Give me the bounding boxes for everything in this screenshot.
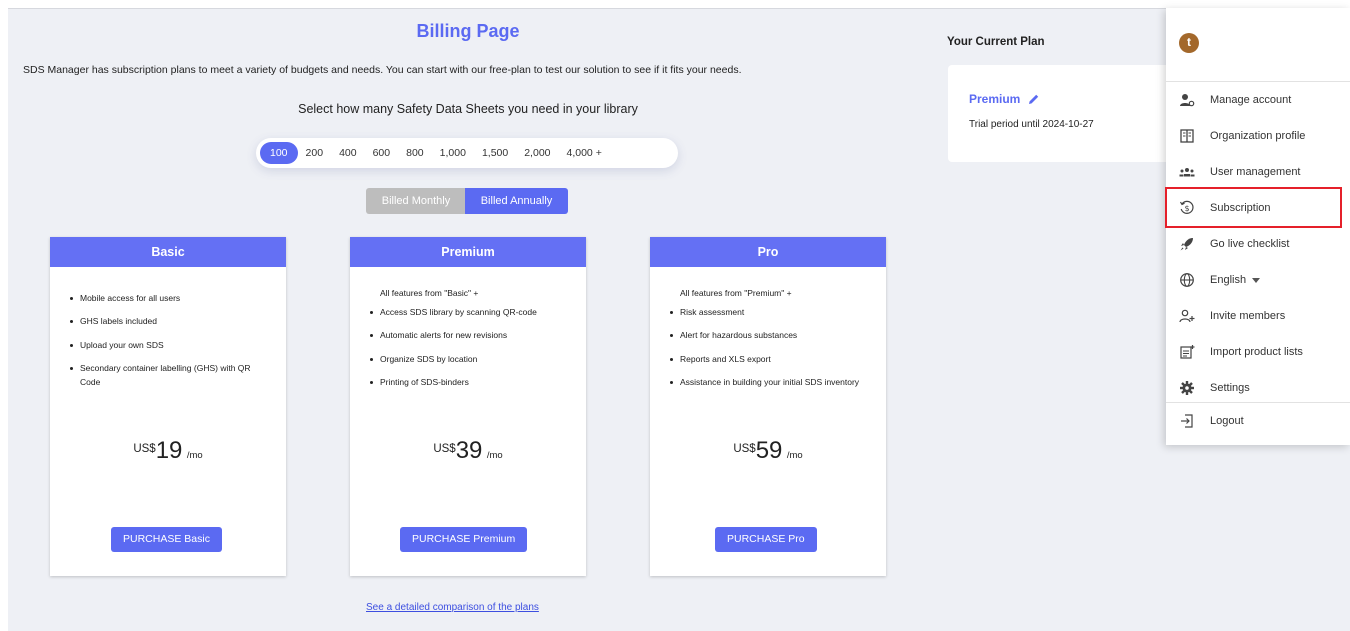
current-plan-name: Premium bbox=[969, 92, 1040, 106]
current-plan-label: Your Current Plan bbox=[947, 36, 1045, 48]
globe-icon bbox=[1179, 272, 1195, 288]
avatar[interactable]: t bbox=[1179, 33, 1199, 53]
price-amount: 39 bbox=[455, 437, 483, 464]
menu-item-label: English bbox=[1210, 274, 1247, 286]
organization-icon bbox=[1179, 128, 1195, 144]
quantity-option-2000[interactable]: 2,000 bbox=[516, 142, 558, 164]
feature-list: Mobile access for all users GHS labels i… bbox=[66, 291, 270, 398]
feature-item: Upload your own SDS bbox=[70, 338, 270, 352]
menu-item-label: Organization profile bbox=[1210, 130, 1306, 142]
quantity-option-100[interactable]: 100 bbox=[260, 142, 298, 164]
menu-item-logout[interactable]: Logout bbox=[1166, 403, 1350, 439]
feature-item: Assistance in building your initial SDS … bbox=[670, 376, 860, 387]
menu-item-import-product-lists[interactable]: Import product lists bbox=[1166, 334, 1350, 370]
plan-title: Premium bbox=[350, 237, 586, 267]
plan-price: US$19 /mo bbox=[50, 437, 286, 465]
page-title: Billing Page bbox=[416, 21, 520, 41]
current-plan-title: Premium bbox=[969, 92, 1021, 106]
intro-text: SDS Manager has subscription plans to me… bbox=[23, 64, 742, 76]
feature-item: Organize SDS by location bbox=[370, 352, 570, 366]
quantity-option-600[interactable]: 600 bbox=[365, 142, 399, 164]
purchase-premium-button[interactable]: PURCHASE Premium bbox=[400, 527, 528, 552]
price-amount: 19 bbox=[155, 437, 183, 464]
invite-icon bbox=[1179, 308, 1195, 324]
menu-item-label: Manage account bbox=[1210, 94, 1292, 106]
plan-card-basic: Basic Mobile access for all users GHS la… bbox=[50, 237, 286, 576]
feature-item: Risk assessment bbox=[670, 305, 870, 319]
feature-item: Access SDS library by scanning QR-code bbox=[370, 305, 570, 319]
plan-lead: All features from "Basic" + bbox=[380, 288, 479, 298]
rocket-icon bbox=[1179, 236, 1195, 252]
billed-annually-button[interactable]: Billed Annually bbox=[465, 188, 568, 214]
top-divider bbox=[8, 8, 1350, 9]
menu-item-language[interactable]: English bbox=[1166, 262, 1350, 298]
price-currency: US$ bbox=[133, 443, 156, 455]
billed-monthly-button[interactable]: Billed Monthly bbox=[366, 188, 465, 214]
import-icon bbox=[1179, 344, 1195, 360]
plan-title: Basic bbox=[50, 237, 286, 267]
menu-item-label: Logout bbox=[1210, 415, 1244, 427]
price-period: /mo bbox=[186, 450, 203, 461]
menu-item-go-live-checklist[interactable]: Go live checklist bbox=[1166, 226, 1350, 262]
gear-icon bbox=[1179, 380, 1195, 396]
billing-toggle: Billed Monthly Billed Annually bbox=[366, 188, 568, 214]
manage-account-icon bbox=[1179, 92, 1195, 108]
feature-list: Risk assessment Alert for hazardous subs… bbox=[666, 305, 870, 398]
price-period: /mo bbox=[786, 450, 803, 461]
menu-item-settings[interactable]: Settings bbox=[1166, 370, 1350, 406]
plan-price: US$59 /mo bbox=[650, 437, 886, 465]
subscription-highlight-box bbox=[1165, 187, 1342, 228]
price-period: /mo bbox=[486, 450, 503, 461]
logout-icon bbox=[1179, 413, 1195, 429]
users-icon bbox=[1179, 164, 1195, 180]
menu-item-organization-profile[interactable]: Organization profile bbox=[1166, 118, 1350, 154]
feature-item: GHS labels included bbox=[70, 314, 270, 328]
plan-price: US$39 /mo bbox=[350, 437, 586, 465]
purchase-basic-button[interactable]: PURCHASE Basic bbox=[111, 527, 222, 552]
quantity-option-400[interactable]: 400 bbox=[331, 142, 365, 164]
menu-item-label: Settings bbox=[1210, 382, 1250, 394]
feature-item: Automatic alerts for new revisions bbox=[370, 328, 570, 342]
edit-pencil-icon[interactable] bbox=[1028, 93, 1040, 105]
price-amount: 59 bbox=[755, 437, 783, 464]
price-currency: US$ bbox=[733, 443, 756, 455]
plan-card-pro: Pro All features from "Premium" + Risk a… bbox=[650, 237, 886, 576]
plan-lead: All features from "Premium" + bbox=[680, 288, 792, 298]
quantity-option-4000-plus[interactable]: 4,000 + bbox=[559, 142, 610, 164]
chevron-down-icon bbox=[1252, 277, 1261, 283]
feature-item: Printing of SDS-binders bbox=[370, 375, 570, 389]
quantity-selector: 100 200 400 600 800 1,000 1,500 2,000 4,… bbox=[256, 138, 678, 168]
feature-item: Secondary container labelling (GHS) with… bbox=[70, 361, 260, 389]
feature-item: Reports and XLS export bbox=[670, 352, 870, 366]
feature-list: Access SDS library by scanning QR-code A… bbox=[366, 305, 570, 398]
current-plan-card: Premium Trial period until 2024-10-27 bbox=[948, 65, 1188, 162]
quantity-option-200[interactable]: 200 bbox=[298, 142, 332, 164]
menu-item-manage-account[interactable]: Manage account bbox=[1166, 82, 1350, 118]
trial-period-text: Trial period until 2024-10-27 bbox=[969, 119, 1094, 130]
menu-item-user-management[interactable]: User management bbox=[1166, 154, 1350, 190]
quantity-option-800[interactable]: 800 bbox=[398, 142, 432, 164]
plan-title: Pro bbox=[650, 237, 886, 267]
plan-card-premium: Premium All features from "Basic" + Acce… bbox=[350, 237, 586, 576]
menu-item-label: Go live checklist bbox=[1210, 238, 1290, 250]
select-heading: Select how many Safety Data Sheets you n… bbox=[298, 102, 638, 116]
price-currency: US$ bbox=[433, 443, 456, 455]
menu-item-label: Invite members bbox=[1210, 310, 1286, 322]
compare-plans-link[interactable]: See a detailed comparison of the plans bbox=[366, 602, 539, 613]
menu-item-invite-members[interactable]: Invite members bbox=[1166, 298, 1350, 334]
feature-item: Mobile access for all users bbox=[70, 291, 270, 305]
quantity-option-1500[interactable]: 1,500 bbox=[474, 142, 516, 164]
menu-item-label: Import product lists bbox=[1210, 346, 1303, 358]
purchase-pro-button[interactable]: PURCHASE Pro bbox=[715, 527, 817, 552]
quantity-option-1000[interactable]: 1,000 bbox=[432, 142, 474, 164]
menu-item-label: User management bbox=[1210, 166, 1301, 178]
feature-item: Alert for hazardous substances bbox=[670, 328, 870, 342]
